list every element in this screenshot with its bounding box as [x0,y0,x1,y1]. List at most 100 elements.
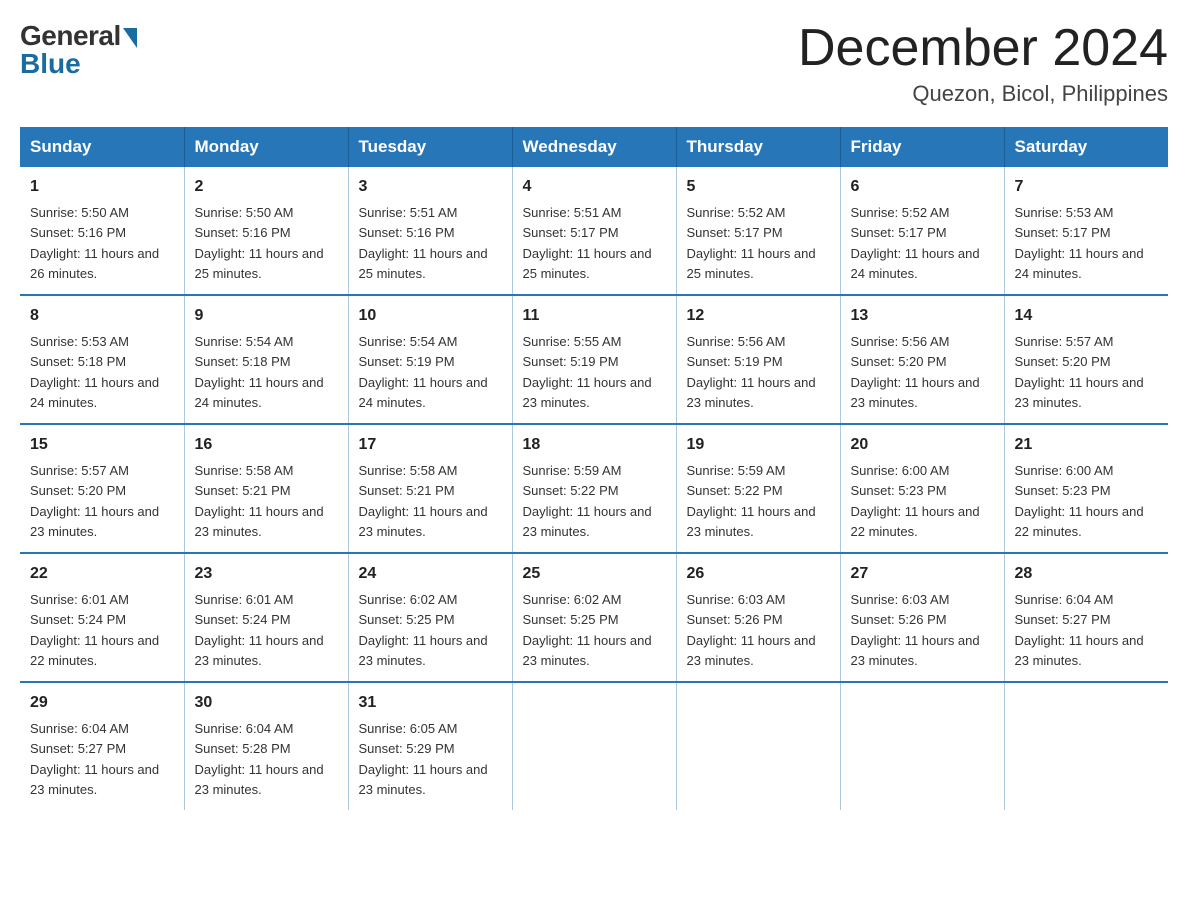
table-row [676,682,840,810]
day-number: 8 [30,304,174,328]
table-row: 21 Sunrise: 6:00 AMSunset: 5:23 PMDaylig… [1004,424,1168,553]
table-row: 12 Sunrise: 5:56 AMSunset: 5:19 PMDaylig… [676,295,840,424]
day-info: Sunrise: 6:03 AMSunset: 5:26 PMDaylight:… [687,592,816,668]
day-number: 16 [195,433,338,457]
table-row: 8 Sunrise: 5:53 AMSunset: 5:18 PMDayligh… [20,295,184,424]
day-number: 13 [851,304,994,328]
day-number: 22 [30,562,174,586]
month-title: December 2024 [798,20,1168,77]
table-row: 18 Sunrise: 5:59 AMSunset: 5:22 PMDaylig… [512,424,676,553]
day-info: Sunrise: 5:53 AMSunset: 5:17 PMDaylight:… [1015,205,1144,281]
day-info: Sunrise: 6:00 AMSunset: 5:23 PMDaylight:… [1015,463,1144,539]
day-number: 15 [30,433,174,457]
table-row: 6 Sunrise: 5:52 AMSunset: 5:17 PMDayligh… [840,167,1004,295]
day-number: 7 [1015,175,1159,199]
day-number: 25 [523,562,666,586]
table-row: 10 Sunrise: 5:54 AMSunset: 5:19 PMDaylig… [348,295,512,424]
day-number: 4 [523,175,666,199]
day-number: 12 [687,304,830,328]
day-number: 27 [851,562,994,586]
day-info: Sunrise: 5:57 AMSunset: 5:20 PMDaylight:… [30,463,159,539]
day-number: 11 [523,304,666,328]
day-info: Sunrise: 6:01 AMSunset: 5:24 PMDaylight:… [195,592,324,668]
header-wednesday: Wednesday [512,127,676,167]
day-number: 30 [195,691,338,715]
logo-blue-text: Blue [20,48,81,80]
day-number: 17 [359,433,502,457]
day-info: Sunrise: 6:04 AMSunset: 5:27 PMDaylight:… [1015,592,1144,668]
day-number: 19 [687,433,830,457]
day-number: 3 [359,175,502,199]
day-info: Sunrise: 5:58 AMSunset: 5:21 PMDaylight:… [195,463,324,539]
day-info: Sunrise: 6:02 AMSunset: 5:25 PMDaylight:… [523,592,652,668]
table-row: 3 Sunrise: 5:51 AMSunset: 5:16 PMDayligh… [348,167,512,295]
logo: General Blue [20,20,137,80]
title-section: December 2024 Quezon, Bicol, Philippines [798,20,1168,107]
table-row: 31 Sunrise: 6:05 AMSunset: 5:29 PMDaylig… [348,682,512,810]
table-row: 2 Sunrise: 5:50 AMSunset: 5:16 PMDayligh… [184,167,348,295]
header-thursday: Thursday [676,127,840,167]
day-number: 9 [195,304,338,328]
day-info: Sunrise: 5:50 AMSunset: 5:16 PMDaylight:… [195,205,324,281]
day-info: Sunrise: 5:54 AMSunset: 5:18 PMDaylight:… [195,334,324,410]
table-row: 14 Sunrise: 5:57 AMSunset: 5:20 PMDaylig… [1004,295,1168,424]
day-number: 5 [687,175,830,199]
day-info: Sunrise: 5:52 AMSunset: 5:17 PMDaylight:… [851,205,980,281]
day-info: Sunrise: 5:54 AMSunset: 5:19 PMDaylight:… [359,334,488,410]
table-row: 28 Sunrise: 6:04 AMSunset: 5:27 PMDaylig… [1004,553,1168,682]
day-number: 6 [851,175,994,199]
table-row: 7 Sunrise: 5:53 AMSunset: 5:17 PMDayligh… [1004,167,1168,295]
location-subtitle: Quezon, Bicol, Philippines [798,81,1168,107]
day-info: Sunrise: 5:55 AMSunset: 5:19 PMDaylight:… [523,334,652,410]
day-info: Sunrise: 5:59 AMSunset: 5:22 PMDaylight:… [523,463,652,539]
table-row: 29 Sunrise: 6:04 AMSunset: 5:27 PMDaylig… [20,682,184,810]
day-info: Sunrise: 6:00 AMSunset: 5:23 PMDaylight:… [851,463,980,539]
table-row [1004,682,1168,810]
table-row [840,682,1004,810]
table-row: 13 Sunrise: 5:56 AMSunset: 5:20 PMDaylig… [840,295,1004,424]
calendar-table: Sunday Monday Tuesday Wednesday Thursday… [20,127,1168,810]
day-info: Sunrise: 6:05 AMSunset: 5:29 PMDaylight:… [359,721,488,797]
table-row: 24 Sunrise: 6:02 AMSunset: 5:25 PMDaylig… [348,553,512,682]
table-row: 1 Sunrise: 5:50 AMSunset: 5:16 PMDayligh… [20,167,184,295]
day-number: 14 [1015,304,1159,328]
logo-arrow-icon [123,28,137,48]
table-row: 25 Sunrise: 6:02 AMSunset: 5:25 PMDaylig… [512,553,676,682]
page-header: General Blue December 2024 Quezon, Bicol… [20,20,1168,107]
table-row: 20 Sunrise: 6:00 AMSunset: 5:23 PMDaylig… [840,424,1004,553]
day-info: Sunrise: 5:50 AMSunset: 5:16 PMDaylight:… [30,205,159,281]
day-number: 20 [851,433,994,457]
table-row: 19 Sunrise: 5:59 AMSunset: 5:22 PMDaylig… [676,424,840,553]
table-row: 22 Sunrise: 6:01 AMSunset: 5:24 PMDaylig… [20,553,184,682]
day-info: Sunrise: 5:56 AMSunset: 5:19 PMDaylight:… [687,334,816,410]
calendar-header: Sunday Monday Tuesday Wednesday Thursday… [20,127,1168,167]
header-sunday: Sunday [20,127,184,167]
table-row: 26 Sunrise: 6:03 AMSunset: 5:26 PMDaylig… [676,553,840,682]
table-row: 11 Sunrise: 5:55 AMSunset: 5:19 PMDaylig… [512,295,676,424]
day-number: 2 [195,175,338,199]
table-row: 16 Sunrise: 5:58 AMSunset: 5:21 PMDaylig… [184,424,348,553]
day-info: Sunrise: 5:52 AMSunset: 5:17 PMDaylight:… [687,205,816,281]
day-info: Sunrise: 5:51 AMSunset: 5:16 PMDaylight:… [359,205,488,281]
day-number: 1 [30,175,174,199]
table-row: 4 Sunrise: 5:51 AMSunset: 5:17 PMDayligh… [512,167,676,295]
table-row: 15 Sunrise: 5:57 AMSunset: 5:20 PMDaylig… [20,424,184,553]
table-row: 5 Sunrise: 5:52 AMSunset: 5:17 PMDayligh… [676,167,840,295]
day-number: 18 [523,433,666,457]
day-info: Sunrise: 5:53 AMSunset: 5:18 PMDaylight:… [30,334,159,410]
table-row: 17 Sunrise: 5:58 AMSunset: 5:21 PMDaylig… [348,424,512,553]
day-info: Sunrise: 5:56 AMSunset: 5:20 PMDaylight:… [851,334,980,410]
day-number: 28 [1015,562,1159,586]
day-number: 31 [359,691,502,715]
header-saturday: Saturday [1004,127,1168,167]
header-friday: Friday [840,127,1004,167]
day-number: 21 [1015,433,1159,457]
day-info: Sunrise: 5:59 AMSunset: 5:22 PMDaylight:… [687,463,816,539]
day-number: 24 [359,562,502,586]
table-row: 30 Sunrise: 6:04 AMSunset: 5:28 PMDaylig… [184,682,348,810]
day-number: 10 [359,304,502,328]
header-monday: Monday [184,127,348,167]
day-info: Sunrise: 6:02 AMSunset: 5:25 PMDaylight:… [359,592,488,668]
day-info: Sunrise: 6:04 AMSunset: 5:27 PMDaylight:… [30,721,159,797]
day-info: Sunrise: 5:58 AMSunset: 5:21 PMDaylight:… [359,463,488,539]
